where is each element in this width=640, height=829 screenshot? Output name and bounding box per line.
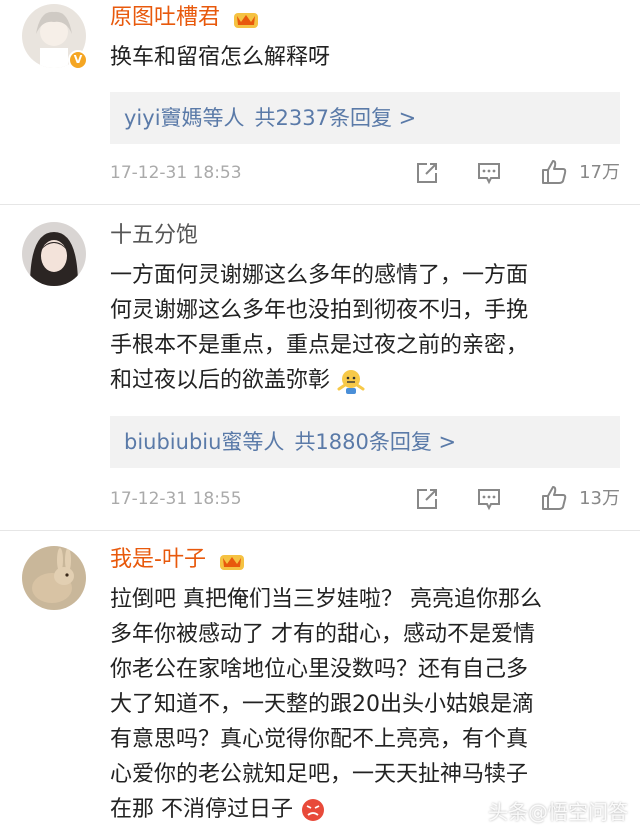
comment-icon[interactable] [476, 160, 502, 186]
comment-line: 一方面何灵谢娜这么多年的感情了，一方面 [110, 263, 529, 288]
replies-link[interactable]: biubiubiu蜜等人 共1880条回复 > [110, 416, 620, 468]
divider [0, 530, 640, 531]
comment-line: 有意思吗？真心觉得你配不上亮亮，有个真 [110, 727, 529, 752]
comment-line: 换车和留宿怎么解释呀 [110, 45, 331, 70]
angry-emoji-icon [302, 799, 324, 821]
comment-meta: 17-12-31 18:53 17万 [110, 158, 620, 188]
watermark: 头条@悟空问答 [488, 800, 628, 824]
reply-names: yiyi竇媽等人 [124, 106, 245, 130]
divider [0, 204, 640, 205]
comment-line: 手根本不是重点，重点是过夜之前的亲密， [110, 333, 529, 358]
username[interactable]: 十五分饱 [110, 222, 198, 250]
reply-count: 共1880条回复 > [294, 430, 457, 454]
comment-line: 何灵谢娜这么多年也没拍到彻夜不归，手挽 [110, 298, 529, 323]
like-count: 17万 [579, 162, 620, 183]
reply-names: biubiubiu蜜等人 [124, 430, 285, 454]
comment-line: 你老公在家啥地位心里没数吗？还有自己多 [110, 657, 529, 682]
comment-line: 多年你被感动了 才有的甜心，感动不是爱情 [110, 622, 535, 647]
comment-icon[interactable] [476, 486, 502, 512]
comment-line: 心爱你的老公就知足吧，一天天扯神马犊子 [110, 762, 529, 787]
comment-text: 一方面何灵谢娜这么多年的感情了，一方面 何灵谢娜这么多年也没拍到彻夜不归，手挽 … [110, 258, 620, 398]
replies-link[interactable]: yiyi竇媽等人 共2337条回复 > [110, 92, 620, 144]
reply-count: 共2337条回复 > [254, 106, 417, 130]
verified-badge-icon: V [68, 50, 88, 70]
avatar[interactable] [22, 546, 86, 610]
username[interactable]: 原图吐槽君 [110, 4, 259, 32]
comment-meta: 17-12-31 18:55 13万 [110, 484, 620, 514]
comment-line: 大了知道不，一天整的跟20出头小姑娘是滴 [110, 692, 534, 717]
comment-text: 拉倒吧 真把俺们当三岁娃啦？ 亮亮追你那么 多年你被感动了 才有的甜心，感动不是… [110, 582, 620, 827]
comment-line: 拉倒吧 真把俺们当三岁娃啦？ 亮亮追你那么 [110, 587, 542, 612]
timestamp: 17-12-31 18:53 [110, 163, 242, 183]
avatar[interactable] [22, 222, 86, 286]
timestamp: 17-12-31 18:55 [110, 489, 242, 509]
share-icon[interactable] [414, 486, 440, 512]
crown-icon [234, 13, 259, 28]
username[interactable]: 我是-叶子 [110, 546, 245, 574]
share-icon[interactable] [414, 160, 440, 186]
crown-icon [219, 555, 244, 570]
like-icon[interactable] [540, 158, 568, 186]
shrug-emoji-icon [337, 370, 365, 394]
like-icon[interactable] [540, 484, 568, 512]
comment-text: 换车和留宿怎么解释呀 [110, 40, 620, 75]
like-count: 13万 [579, 488, 620, 509]
comment-line: 和过夜以后的欲盖弥彰 [110, 363, 620, 398]
